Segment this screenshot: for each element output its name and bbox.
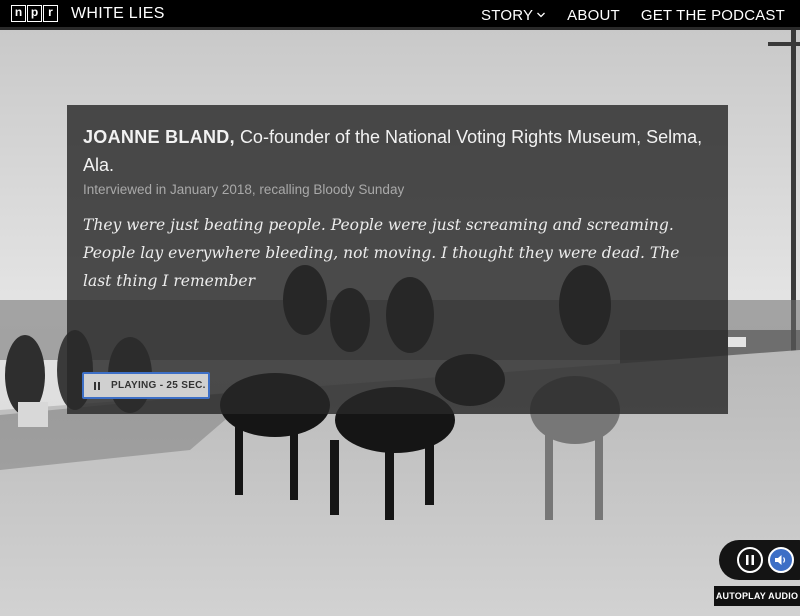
interview-note: Interviewed in January 2018, recalling B… (83, 182, 405, 197)
nav-story-label: STORY (481, 6, 534, 24)
pause-audio-button[interactable] (737, 547, 763, 573)
quote-card: JOANNE BLAND, Co-founder of the National… (67, 105, 728, 414)
pause-icon (94, 381, 101, 390)
npr-logo-letter-p: p (27, 5, 42, 22)
show-title[interactable]: WHITE LIES (71, 5, 165, 23)
npr-logo[interactable]: n p r (11, 5, 58, 22)
npr-logo-letter-n: n (11, 5, 26, 22)
sound-toggle-button[interactable] (768, 547, 794, 573)
pause-icon (746, 555, 754, 565)
autoplay-audio-label: AUTOPLAY AUDIO (714, 586, 800, 606)
speaker-name: JOANNE BLAND, (83, 127, 235, 147)
playing-button[interactable]: PLAYING - 25 SEC. (82, 372, 210, 399)
chevron-down-icon (537, 12, 546, 18)
main-nav: STORY ABOUT GET THE PODCAST (481, 0, 785, 30)
quote-text: They were just beating people. People we… (83, 216, 680, 290)
nav-about[interactable]: ABOUT (567, 7, 620, 24)
nav-story[interactable]: STORY (481, 7, 546, 24)
speaker-line: JOANNE BLAND, Co-founder of the National… (83, 123, 712, 179)
speaker-icon (775, 555, 786, 565)
site-header: n p r WHITE LIES STORY ABOUT GET THE POD… (0, 0, 800, 30)
nav-get-the-podcast[interactable]: GET THE PODCAST (641, 7, 785, 24)
playing-button-label: PLAYING - 25 SEC. (111, 380, 206, 391)
npr-logo-letter-r: r (43, 5, 58, 22)
